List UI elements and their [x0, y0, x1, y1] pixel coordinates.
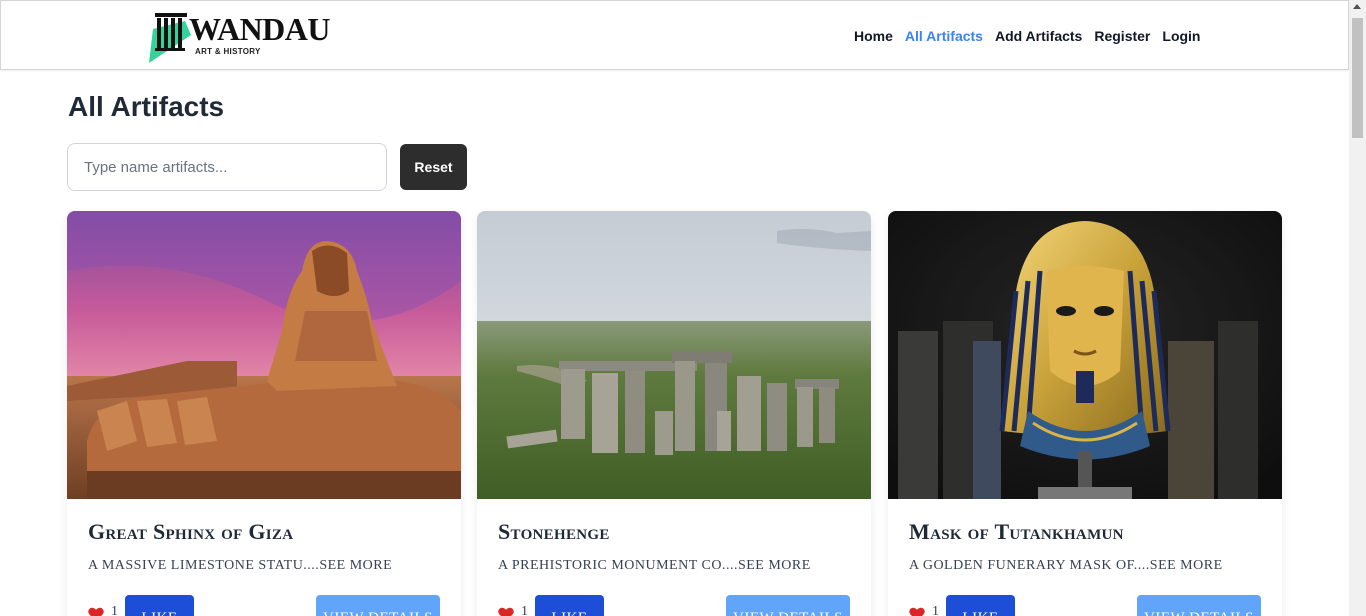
see-more-link[interactable]: see more [1150, 558, 1223, 573]
artifact-title: Stonehenge [498, 519, 610, 544]
nav-add-artifacts[interactable]: Add Artifacts [995, 27, 1082, 45]
artifact-title: Great Sphinx of Giza [88, 519, 294, 544]
page-scrollbar[interactable] [1349, 0, 1366, 616]
heart-icon [909, 607, 925, 616]
nav-home[interactable]: Home [854, 27, 893, 45]
view-details-button[interactable]: View Details [1137, 595, 1261, 616]
like-count: 1 [111, 604, 118, 616]
artifact-card: Mask of Tutankhamun A golden funerary ma… [888, 211, 1282, 616]
nav-all-artifacts[interactable]: All Artifacts [905, 27, 983, 45]
nav-menu: Home All Artifacts Add Artifacts Registe… [854, 27, 1201, 45]
scrollbar-thumb[interactable] [1352, 18, 1363, 138]
artifact-card: Stonehenge A prehistoric monument co....… [477, 211, 871, 616]
artifact-description: A prehistoric monument co....see more [498, 558, 811, 574]
like-button[interactable]: Like [125, 595, 194, 616]
view-details-button[interactable]: View Details [316, 595, 440, 616]
scroll-up-arrow-icon[interactable] [1353, 4, 1361, 9]
brand-tagline: ART & HISTORY [195, 47, 261, 56]
search-input[interactable] [67, 143, 387, 191]
see-more-link[interactable]: see more [319, 558, 392, 573]
card-actions: 1 Like View Details [498, 595, 850, 616]
navbar: WANDAU ART & HISTORY Home All Artifacts … [0, 0, 1349, 70]
brand-logo[interactable]: WANDAU ART & HISTORY [145, 9, 331, 63]
card-actions: 1 Like View Details [909, 595, 1261, 616]
page-title: All Artifacts [68, 91, 225, 122]
artifact-description: A massive limestone statu....see more [88, 558, 392, 574]
like-button[interactable]: Like [535, 595, 604, 616]
artifact-image-stonehenge [477, 211, 871, 499]
artifact-title: Mask of Tutankhamun [909, 519, 1124, 544]
like-count: 1 [932, 604, 939, 616]
nav-register[interactable]: Register [1094, 27, 1150, 45]
artifact-description: A golden funerary mask of....see more [909, 558, 1223, 574]
nav-login[interactable]: Login [1162, 27, 1200, 45]
like-button[interactable]: Like [946, 595, 1015, 616]
heart-icon [498, 607, 514, 616]
card-actions: 1 Like View Details [88, 595, 440, 616]
artifact-card: Great Sphinx of Giza A massive limestone… [67, 211, 461, 616]
heart-icon [88, 607, 104, 616]
like-count: 1 [521, 604, 528, 616]
artifact-description-text: A massive limestone statu.... [88, 558, 320, 573]
column-logo-icon [149, 13, 191, 63]
see-more-link[interactable]: see more [738, 558, 811, 573]
view-details-button[interactable]: View Details [726, 595, 850, 616]
artifact-image-tutankhamun-mask [888, 211, 1282, 499]
artifact-image-sphinx [67, 211, 461, 499]
artifact-description-text: A golden funerary mask of.... [909, 558, 1150, 573]
brand-name: WANDAU [189, 11, 331, 47]
reset-button[interactable]: Reset [400, 144, 467, 190]
artifact-description-text: A prehistoric monument co.... [498, 558, 738, 573]
